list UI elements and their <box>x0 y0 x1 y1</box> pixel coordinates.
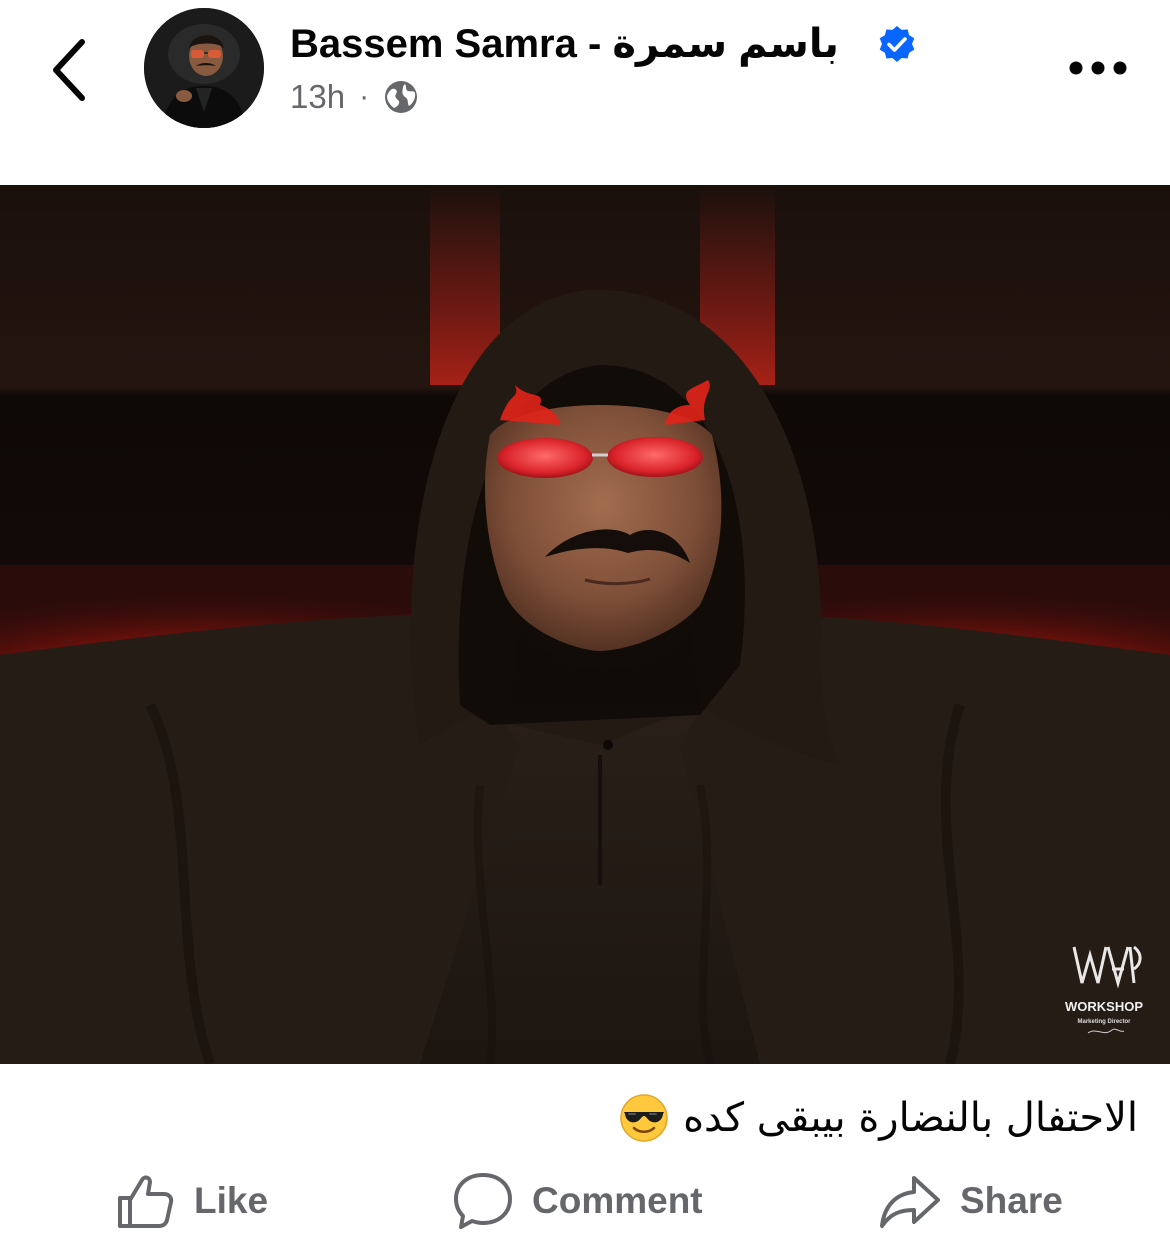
share-button[interactable]: Share <box>878 1166 1063 1236</box>
avatar-image <box>144 8 264 128</box>
watermark-subtitle: Marketing Director <box>1077 1019 1131 1025</box>
more-options-button[interactable] <box>1062 46 1138 90</box>
author-name[interactable]: Bassem Samra - باسم سمرة <box>290 20 839 68</box>
speech-bubble-icon <box>454 1173 512 1229</box>
back-button[interactable] <box>40 30 104 110</box>
verified-badge-icon <box>879 26 915 62</box>
sunglasses-emoji-icon <box>620 1094 668 1142</box>
comment-button[interactable]: Comment <box>452 1166 703 1236</box>
more-horizontal-icon <box>1069 61 1127 75</box>
thumbs-up-icon <box>118 1175 174 1228</box>
post-photo[interactable]: WORKSHOP Marketing Director <box>0 185 1170 1064</box>
globe-icon <box>385 81 418 113</box>
post-caption: الاحتفال بالنضارة بيبقى كده <box>560 1086 1138 1150</box>
author-avatar[interactable] <box>144 8 264 128</box>
post-header: Bassem Samra - باسم سمرة 13h · <box>0 0 1170 185</box>
photo-image: WORKSHOP Marketing Director <box>0 185 1170 1064</box>
caption-text: الاحتفال بالنضارة بيبقى كده <box>683 1095 1138 1141</box>
share-arrow-icon <box>880 1176 940 1228</box>
post-actions-bar: Like Comment Share <box>0 1160 1170 1243</box>
meta-separator: · <box>359 80 370 113</box>
like-button[interactable]: Like <box>114 1166 268 1236</box>
watermark-brand: WORKSHOP <box>1065 999 1143 1014</box>
chevron-left-icon <box>53 39 85 101</box>
share-label: Share <box>960 1180 1063 1221</box>
like-label: Like <box>194 1180 269 1221</box>
post-timestamp[interactable]: 13h <box>290 78 345 116</box>
post-meta: 13h · <box>290 76 419 118</box>
comment-label: Comment <box>532 1180 703 1221</box>
